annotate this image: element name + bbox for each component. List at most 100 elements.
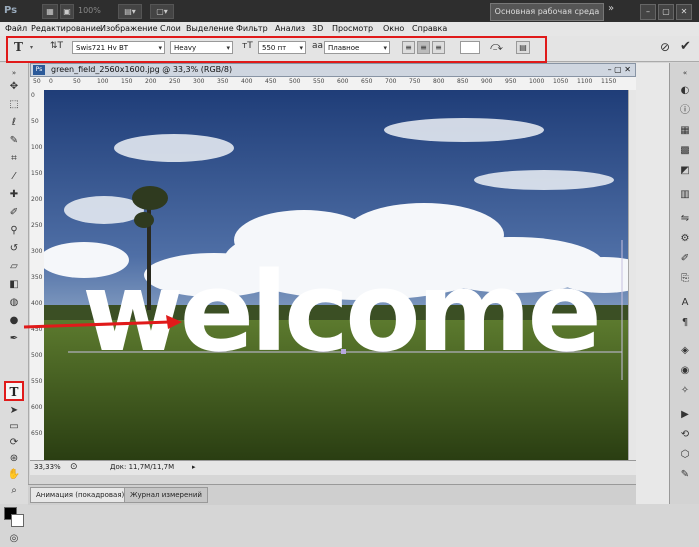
brush-tool-icon[interactable]: ✐ [5, 205, 23, 221]
history-brush-tool-icon[interactable]: ↺ [5, 241, 23, 257]
ruler-label: 650 [361, 78, 373, 85]
actions-panel-icon[interactable]: ▶ [678, 409, 692, 421]
tab-measurement-log[interactable]: Журнал измерений [124, 487, 208, 503]
histogram-panel-icon[interactable]: ▥ [678, 189, 692, 201]
gradient-tool-icon[interactable]: ◧ [5, 277, 23, 293]
minimize-icon[interactable]: – [640, 4, 656, 20]
menu-help[interactable]: Справка [412, 22, 447, 36]
character-panel-icon[interactable]: A [678, 297, 692, 309]
status-menu-arrow-icon[interactable]: ▸ [192, 461, 196, 474]
ruler-label: 50 [73, 78, 81, 85]
zoom-percentage[interactable]: 33,33% [34, 461, 61, 474]
cancel-icon[interactable]: ⊘ [660, 40, 670, 54]
ps-document-icon: Ps [33, 65, 45, 75]
tab-animation[interactable]: Анимация (покадровая) [30, 487, 131, 503]
quick-mask-icon[interactable]: ◎ [5, 531, 23, 547]
notes-panel-icon[interactable]: ✎ [678, 469, 692, 481]
swatches-panel-icon[interactable]: ▩ [678, 145, 692, 157]
ruler-label: 0 [49, 78, 53, 85]
ruler-label: 500 [31, 352, 43, 359]
canvas-photo: welcome [44, 90, 636, 460]
options-highlight-box [6, 36, 547, 63]
tools-panel: » ✥ ⬚ ℓ ✎ ⌗ ⁄ ✚ ✐ ⚲ ↺ ▱ ◧ ◍ ● ✒ T ➤ ▭ ⟳ … [0, 63, 29, 544]
zoom-tool-icon[interactable]: ⌕ [5, 483, 23, 499]
3d-rotate-tool-icon[interactable]: ⟳ [5, 435, 23, 451]
workspace-menu-icon[interactable]: » [608, 3, 614, 14]
shape-tool-icon[interactable]: ▭ [5, 419, 23, 435]
history-panel-icon[interactable]: ⟲ [678, 429, 692, 441]
path-selection-tool-icon[interactable]: ➤ [5, 403, 23, 419]
lasso-tool-icon[interactable]: ℓ [5, 115, 23, 131]
menu-3d[interactable]: 3D [312, 22, 323, 36]
menu-filter[interactable]: Фильтр [236, 22, 268, 36]
ruler-label: 150 [121, 78, 133, 85]
screen-mode-icon[interactable]: ▢▾ [150, 4, 174, 19]
3d-orbit-tool-icon[interactable]: ⊛ [5, 451, 23, 467]
background-color-swatch[interactable] [11, 514, 24, 527]
ruler-label: 200 [31, 196, 43, 203]
layers-panel-icon[interactable]: ◈ [678, 345, 692, 357]
ruler-label: 550 [31, 378, 43, 385]
menu-select[interactable]: Выделение [186, 22, 234, 36]
clone-stamp-tool-icon[interactable]: ⚲ [5, 223, 23, 239]
ruler-label: 1100 [577, 78, 593, 85]
quick-selection-tool-icon[interactable]: ✎ [5, 133, 23, 149]
adjustments-panel-icon[interactable]: ⇋ [678, 213, 692, 225]
channels-panel-icon[interactable]: ◉ [678, 365, 692, 377]
color-panel-icon[interactable]: ◐ [678, 85, 692, 97]
commit-check-icon[interactable]: ✔ [680, 39, 691, 54]
eraser-tool-icon[interactable]: ▱ [5, 259, 23, 275]
info-panel-icon[interactable]: ⓘ [678, 105, 692, 117]
navigator-panel-icon[interactable]: ▦ [678, 125, 692, 137]
menu-edit[interactable]: Редактирование [31, 22, 101, 36]
ruler-label: 250 [31, 222, 43, 229]
menu-analysis[interactable]: Анализ [275, 22, 305, 36]
ruler-label: 350 [217, 78, 229, 85]
panel-gap [636, 63, 669, 504]
document-window-controls[interactable]: – ▢ ✕ [608, 64, 631, 76]
menu-layers[interactable]: Слои [160, 22, 181, 36]
menu-image[interactable]: Изображение [100, 22, 158, 36]
brushes-panel-icon[interactable]: ✐ [678, 253, 692, 265]
ruler-label: 550 [313, 78, 325, 85]
blur-tool-icon[interactable]: ◍ [5, 295, 23, 311]
ruler-label: 300 [193, 78, 205, 85]
arrange-documents-icon[interactable]: ▤▾ [118, 4, 142, 19]
paths-panel-icon[interactable]: ✧ [678, 385, 692, 397]
status-options-icon[interactable]: ⊙ [70, 461, 78, 474]
canvas-welcome-text[interactable]: welcome [82, 248, 602, 376]
styles-panel-icon[interactable]: ◩ [678, 165, 692, 177]
expand-panels-icon[interactable]: « [678, 67, 692, 79]
3d-panel-icon[interactable]: ⬡ [678, 449, 692, 461]
zoom-level[interactable]: 100% [78, 4, 101, 18]
close-icon[interactable]: ✕ [676, 4, 692, 20]
menu-file[interactable]: Файл [5, 22, 27, 36]
type-tool-icon[interactable]: T [4, 381, 24, 401]
ruler-label: 100 [97, 78, 109, 85]
marquee-tool-icon[interactable]: ⬚ [5, 97, 23, 113]
move-tool-icon[interactable]: ✥ [5, 79, 23, 95]
ruler-label: 350 [31, 274, 43, 281]
ruler-label: 450 [265, 78, 277, 85]
menu-window[interactable]: Окно [383, 22, 404, 36]
document-tab[interactable]: Ps green_field_2560x1600.jpg @ 33,3% (RG… [30, 63, 636, 77]
panel-dock: « ◐ ⓘ ▦ ▩ ◩ ▥ ⇋ ⚙ ✐ ⎘ A ¶ ◈ ◉ ✧ ▶ ⟲ ⬡ ✎ [669, 63, 699, 504]
red-arrow-annotation [23, 315, 182, 329]
document-canvas[interactable]: welcome [44, 90, 636, 460]
bridge-icon[interactable]: ▦ [42, 4, 58, 19]
paragraph-panel-icon[interactable]: ¶ [678, 317, 692, 329]
clone-source-panel-icon[interactable]: ⎘ [678, 273, 692, 285]
maximize-icon[interactable]: ▢ [658, 4, 674, 20]
ruler-left: 0 50 100 150 200 250 300 350 400 450 500… [30, 90, 45, 460]
ruler-label: 50 [31, 118, 39, 125]
workspace-switcher[interactable]: Основная рабочая среда [490, 3, 604, 21]
healing-brush-tool-icon[interactable]: ✚ [5, 187, 23, 203]
crop-tool-icon[interactable]: ⌗ [5, 151, 23, 167]
menu-view[interactable]: Просмотр [332, 22, 373, 36]
hand-tool-icon[interactable]: ✋ [5, 467, 23, 483]
masks-panel-icon[interactable]: ⚙ [678, 233, 692, 245]
mini-bridge-icon[interactable]: ▣ [60, 4, 74, 19]
menu-bar: Файл Редактирование Изображение Слои Выд… [0, 22, 699, 37]
eyedropper-tool-icon[interactable]: ⁄ [5, 169, 23, 185]
document-title: green_field_2560x1600.jpg @ 33,3% (RGB/8… [51, 65, 233, 74]
